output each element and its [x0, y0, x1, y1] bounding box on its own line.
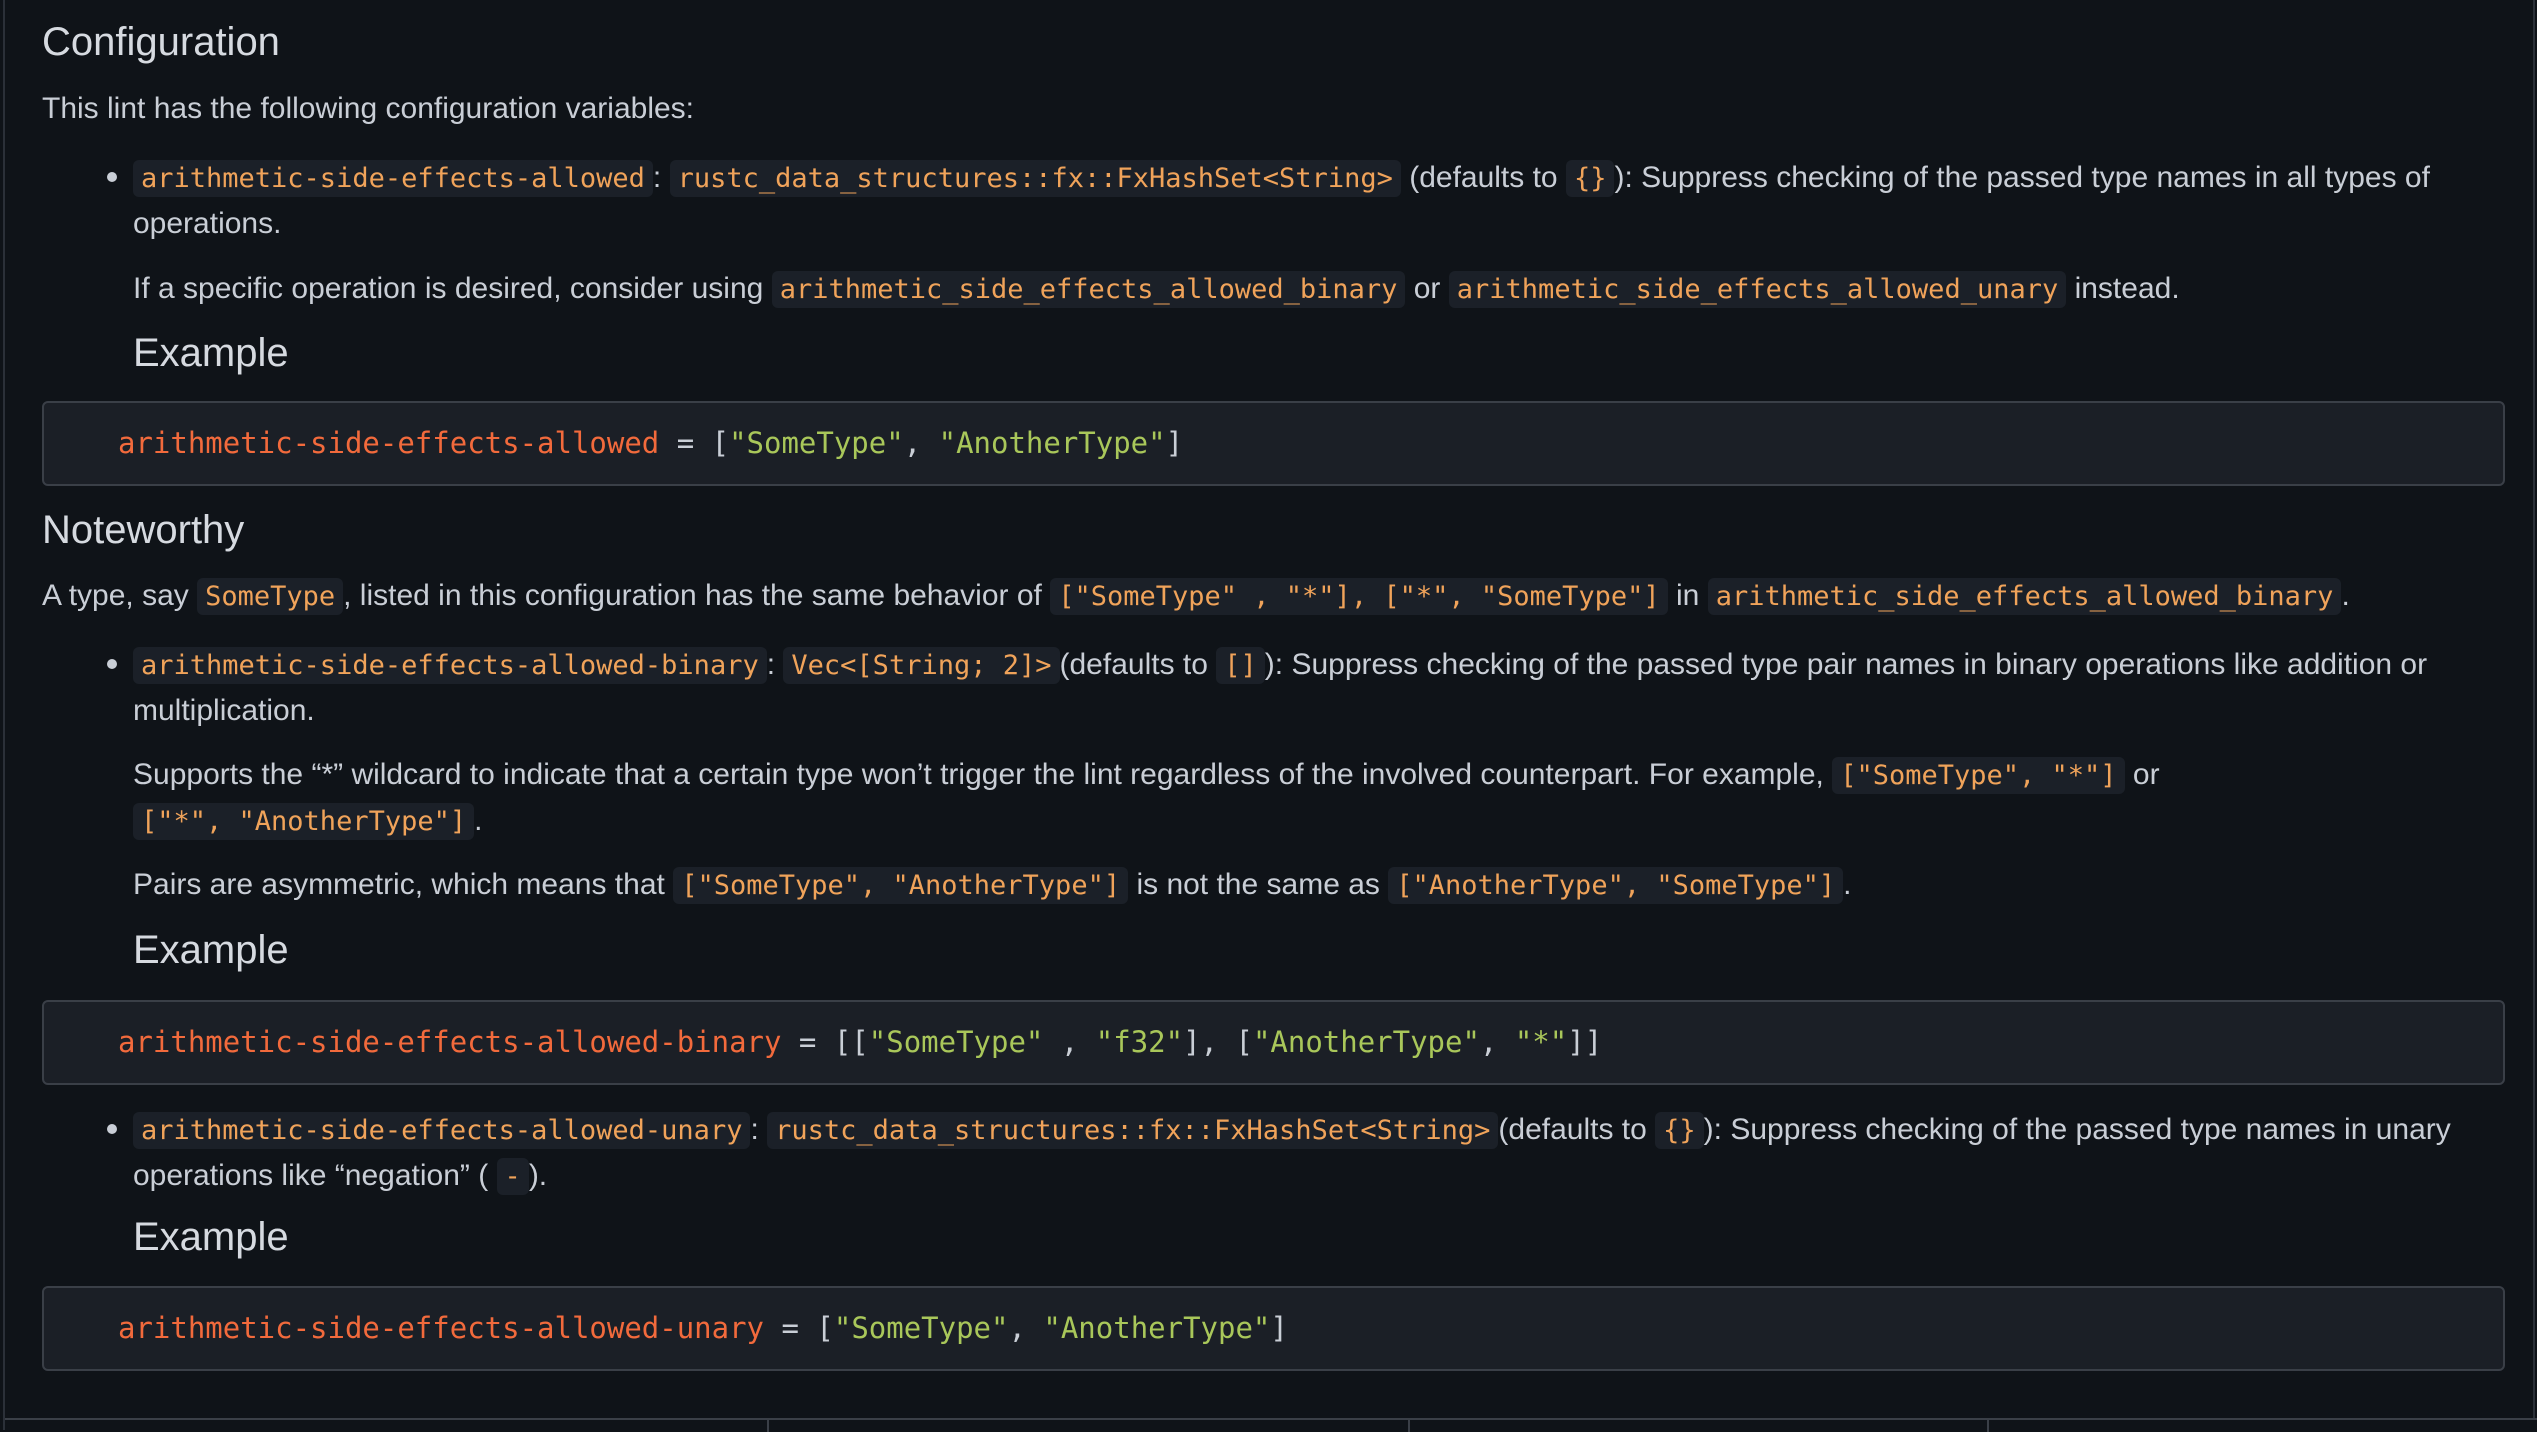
config-default-code: [] — [1216, 647, 1265, 684]
config-name-code: arithmetic-side-effects-allowed-binary — [133, 647, 767, 684]
noteworthy-text: A type, say SomeType, listed in this con… — [42, 573, 2512, 619]
list-bullet — [107, 1124, 117, 1134]
config-type-code: Vec<[String; 2]> — [783, 647, 1060, 684]
config-default-code: {} — [1655, 1112, 1704, 1149]
binary-option-code: arithmetic_side_effects_allowed_binary — [1707, 578, 2342, 615]
example-heading: Example — [133, 331, 289, 375]
config-item-allowed: arithmetic-side-effects-allowed: rustc_d… — [133, 160, 2430, 240]
column-divider — [1987, 1420, 1989, 1432]
unary-option-code: arithmetic_side_effects_allowed_unary — [1448, 271, 2067, 308]
example-code-block[interactable]: arithmetic-side-effects-allowed-unary = … — [42, 1286, 2505, 1371]
config-type-code: rustc_data_structures::fx::FxHashSet<Str… — [767, 1112, 1499, 1149]
config-name-code: arithmetic-side-effects-allowed-unary — [133, 1112, 751, 1149]
example-code-block[interactable]: arithmetic-side-effects-allowed-binary =… — [42, 1000, 2505, 1085]
example-heading: Example — [133, 928, 289, 972]
asymmetric-note: Pairs are asymmetric, which means that [… — [133, 862, 2513, 908]
negation-code: - — [496, 1158, 529, 1195]
example-code-block[interactable]: arithmetic-side-effects-allowed = ["Some… — [42, 401, 2505, 486]
example-heading: Example — [133, 1215, 289, 1259]
configuration-intro: This lint has the following configuratio… — [42, 92, 695, 125]
wildcard-note: Supports the “*” wildcard to indicate th… — [133, 752, 2513, 844]
docs-panel: Configuration This lint has the followin… — [3, 0, 2537, 1432]
wildcard-example-code: ["*", "AnotherType"] — [133, 803, 475, 840]
behavior-code: ["SomeType" , "*"], ["*", "SomeType"] — [1050, 578, 1668, 615]
config-name-code: arithmetic-side-effects-allowed — [133, 160, 653, 197]
noteworthy-heading: Noteworthy — [42, 508, 245, 552]
list-bullet — [107, 172, 117, 182]
config-item-allowed-note: If a specific operation is desired, cons… — [133, 266, 2513, 312]
list-bullet — [107, 659, 117, 669]
configuration-heading: Configuration — [42, 20, 280, 64]
binary-option-code: arithmetic_side_effects_allowed_binary — [771, 271, 1406, 308]
config-type-code: rustc_data_structures::fx::FxHashSet<Str… — [669, 160, 1401, 197]
pair-example-code: ["SomeType", "AnotherType"] — [673, 867, 1129, 904]
wildcard-example-code: ["SomeType", "*"] — [1832, 757, 2125, 794]
config-default-code: {} — [1565, 160, 1615, 197]
config-item-allowed-unary: arithmetic-side-effects-allowed-unary: r… — [133, 1107, 2513, 1199]
pair-example-code: ["AnotherType", "SomeType"] — [1388, 867, 1844, 904]
column-divider — [1408, 1420, 1410, 1432]
column-divider — [767, 1420, 769, 1432]
sometype-code: SomeType — [197, 578, 344, 615]
config-item-allowed-binary: arithmetic-side-effects-allowed-binary: … — [133, 647, 2428, 727]
